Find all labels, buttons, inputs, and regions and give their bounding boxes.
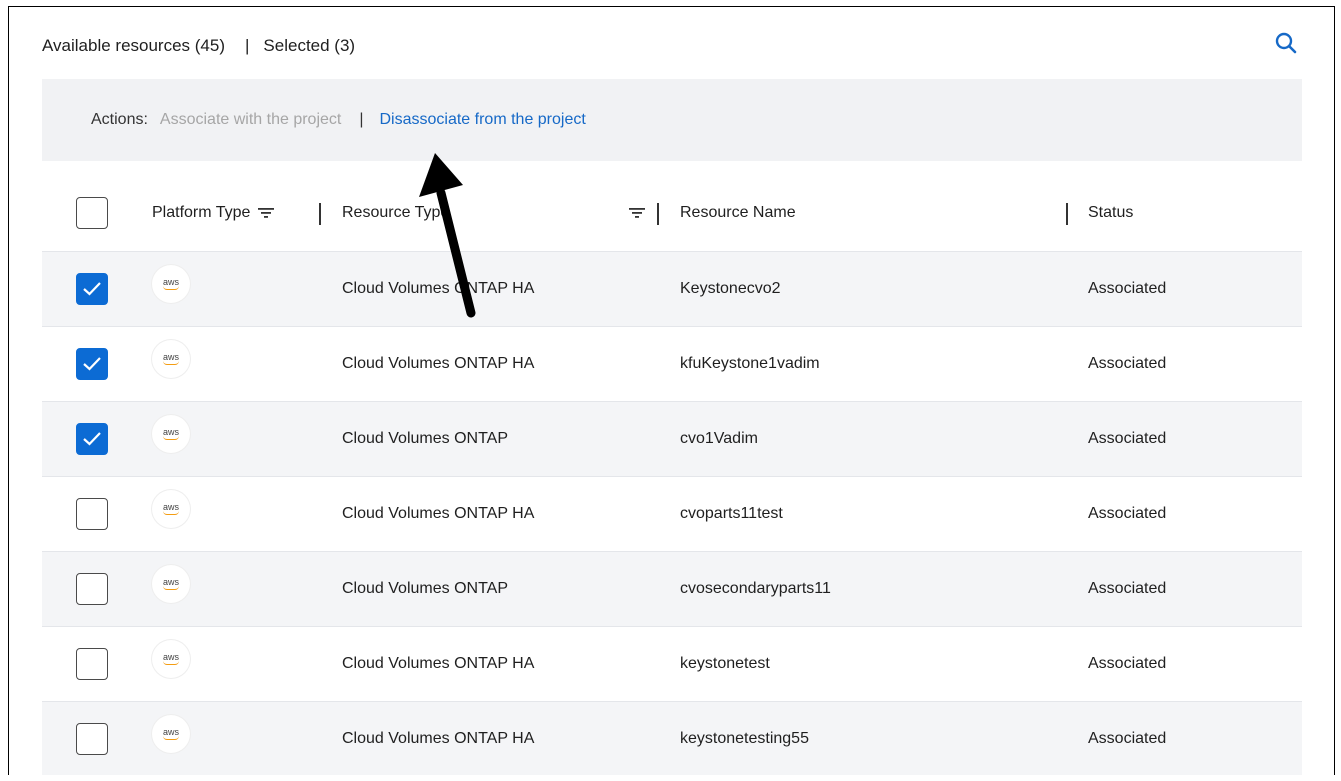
aws-icon: aws [152,565,190,603]
aws-icon-text: aws [162,727,179,737]
aws-icon: aws [152,415,190,453]
tab-available-resources[interactable]: Available resources (45) [42,36,225,56]
column-header-status: Status [1088,204,1134,221]
resource-name: cvoparts11test [680,505,783,522]
row-checkbox[interactable] [76,498,108,530]
resource-status: Associated [1088,280,1167,297]
filter-icon[interactable] [629,207,645,219]
table-row[interactable]: aws Cloud Volumes ONTAP HA Keystonecvo2 Ass… [42,251,1302,326]
aws-icon-text: aws [162,502,179,512]
checkmark-icon [83,432,101,446]
resources-table: Platform Type Resource Type Resource Nam… [42,175,1302,775]
filter-icon[interactable] [258,207,275,219]
resource-status: Associated [1088,505,1167,522]
row-checkbox[interactable] [76,648,108,680]
tab-selected[interactable]: Selected (3) [263,36,355,56]
resource-type: Cloud Volumes ONTAP [342,580,508,597]
resources-panel: Available resources (45) | Selected (3) … [8,6,1335,775]
table-row[interactable]: aws Cloud Volumes ONTAP cvosecondaryparts1… [42,551,1302,626]
aws-icon-text: aws [162,652,179,662]
table-row[interactable]: aws Cloud Volumes ONTAP cvo1Vadim Associate… [42,401,1302,476]
row-checkbox[interactable] [76,723,108,755]
resource-status: Associated [1088,355,1167,372]
row-checkbox[interactable] [76,423,108,455]
resource-status: Associated [1088,580,1167,597]
disassociate-action[interactable]: Disassociate from the project [380,111,586,129]
resource-status: Associated [1088,430,1167,447]
resource-status: Associated [1088,655,1167,672]
checkmark-icon [83,357,101,371]
resource-name: Keystonecvo2 [680,280,781,297]
column-resize-handle[interactable] [319,203,321,225]
actions-separator: | [359,111,364,128]
aws-icon-text: aws [162,352,179,362]
actions-label: Actions: [91,111,148,128]
aws-icon: aws [152,715,190,753]
resource-type: Cloud Volumes ONTAP HA [342,655,535,672]
aws-icon: aws [152,490,190,528]
table-row[interactable]: aws Cloud Volumes ONTAP HA keystonetesting… [42,701,1302,775]
aws-icon: aws [152,265,190,303]
column-resize-handle[interactable] [1066,203,1068,225]
aws-icon: aws [152,640,190,678]
aws-icon: aws [152,340,190,378]
table-row[interactable]: aws Cloud Volumes ONTAP HA keystonetest Ass… [42,626,1302,701]
search-icon[interactable] [1274,31,1298,55]
checkmark-icon [83,282,101,296]
row-checkbox[interactable] [76,573,108,605]
select-all-checkbox[interactable] [76,197,108,229]
actions-bar: Actions: Associate with the project | Di… [42,79,1302,161]
table-row[interactable]: aws Cloud Volumes ONTAP HA cvoparts11test A… [42,476,1302,551]
aws-icon-text: aws [162,277,179,287]
resource-name: keystonetest [680,655,770,672]
resource-tabs: Available resources (45) | Selected (3) [42,31,355,61]
column-header-resource-type: Resource Type [342,204,450,221]
tab-separator: | [245,36,250,55]
table-header-row: Platform Type Resource Type Resource Nam… [42,175,1302,251]
column-header-platform-type: Platform Type [152,204,251,221]
aws-icon-text: aws [162,577,179,587]
resource-name: cvosecondaryparts11 [680,580,831,597]
column-header-resource-name: Resource Name [680,204,796,221]
aws-icon-text: aws [162,427,179,437]
resource-name: cvo1Vadim [680,430,758,447]
resource-type: Cloud Volumes ONTAP HA [342,730,535,747]
resource-type: Cloud Volumes ONTAP HA [342,280,535,297]
row-checkbox[interactable] [76,273,108,305]
resource-name: keystonetesting55 [680,730,809,747]
resource-name: kfuKeystone1vadim [680,355,820,372]
resource-status: Associated [1088,730,1167,747]
column-resize-handle[interactable] [657,203,659,225]
table-row[interactable]: aws Cloud Volumes ONTAP HA kfuKeystone1vad… [42,326,1302,401]
row-checkbox[interactable] [76,348,108,380]
resource-type: Cloud Volumes ONTAP HA [342,505,535,522]
resource-type: Cloud Volumes ONTAP HA [342,355,535,372]
associate-action[interactable]: Associate with the project [160,111,341,129]
resource-type: Cloud Volumes ONTAP [342,430,508,447]
